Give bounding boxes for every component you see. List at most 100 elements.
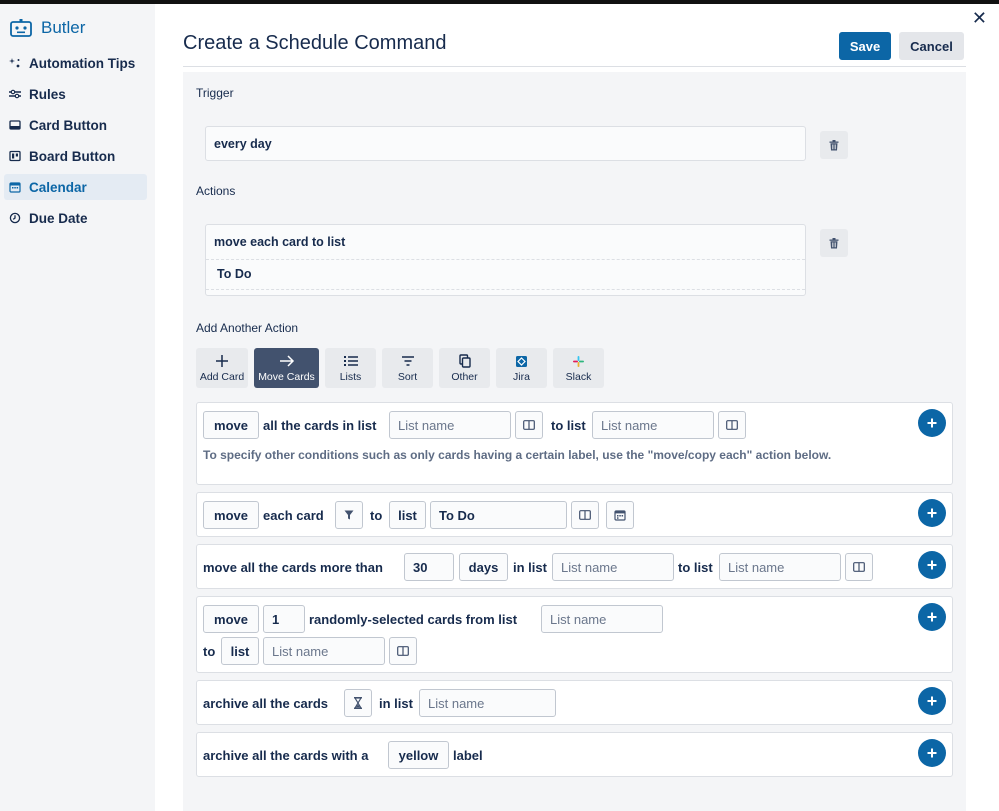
board-icon	[853, 562, 865, 572]
add-action-button[interactable]	[918, 739, 946, 767]
target-list-input[interactable]: List name	[263, 637, 385, 665]
sidebar-item-rules[interactable]: Rules	[4, 81, 147, 107]
delete-trigger-button[interactable]	[820, 131, 848, 159]
time-unit-select[interactable]: days	[459, 553, 508, 581]
plus-icon	[927, 418, 937, 428]
page-title: Create a Schedule Command	[183, 32, 447, 54]
delete-action-button[interactable]	[820, 229, 848, 257]
board-picker-button[interactable]	[571, 501, 599, 529]
template-text: archive all the cards	[203, 696, 329, 711]
sidebar-item-calendar[interactable]: Calendar	[4, 174, 147, 200]
card-count-input[interactable]: 1	[263, 605, 305, 633]
cancel-button[interactable]: Cancel	[899, 32, 964, 60]
action-list-value: To Do	[206, 260, 805, 290]
action-template-archive-label: archive all the cards with a yellow labe…	[196, 732, 953, 777]
filter-icon	[344, 510, 354, 520]
tab-jira[interactable]: Jira	[496, 348, 547, 388]
save-button[interactable]: Save	[839, 32, 891, 60]
sidebar-item-label: Automation Tips	[29, 55, 136, 71]
add-action-button[interactable]	[918, 551, 946, 579]
template-text: move all the cards more than	[203, 560, 383, 575]
tab-label: Other	[451, 371, 478, 383]
template-text: to	[370, 508, 383, 523]
template-text: randomly-selected cards from list	[309, 612, 518, 627]
board-picker-button[interactable]	[389, 637, 417, 665]
calendar-icon	[9, 181, 21, 193]
action-template-move-older: move all the cards more than 30 days in …	[196, 544, 953, 589]
command-builder: Trigger every day Actions move each card…	[183, 72, 966, 811]
plus-icon	[927, 612, 937, 622]
action-template-move-all: move all the cards in list List name to …	[196, 402, 953, 485]
days-count-input[interactable]: 30	[404, 553, 454, 581]
add-action-button[interactable]	[918, 499, 946, 527]
add-action-button[interactable]	[918, 603, 946, 631]
template-text: in list	[379, 696, 413, 711]
actions-heading: Actions	[196, 184, 236, 198]
sidebar-item-label: Calendar	[29, 179, 87, 195]
source-list-input[interactable]: List name	[552, 553, 674, 581]
move-copy-select[interactable]: move	[203, 411, 259, 439]
butler-robot-icon	[10, 19, 32, 37]
target-list-input[interactable]: To Do	[430, 501, 567, 529]
board-icon	[397, 646, 409, 656]
label-color-select[interactable]: yellow	[388, 741, 449, 769]
tab-label: Jira	[513, 371, 530, 383]
add-action-button[interactable]	[918, 409, 946, 437]
target-list-input[interactable]: List name	[719, 553, 841, 581]
template-text: each card	[263, 508, 324, 523]
tab-other[interactable]: Other	[439, 348, 490, 388]
help-note: To specify other conditions such as only…	[203, 448, 832, 462]
action-template-move-each: move each card to list To Do	[196, 492, 953, 537]
action-template-move-random: move 1 randomly-selected cards from list…	[196, 596, 953, 673]
brand: Butler	[0, 16, 155, 40]
source-list-input[interactable]: List name	[389, 411, 511, 439]
board-picker-button[interactable]	[718, 411, 746, 439]
board-icon	[579, 510, 591, 520]
age-filter-button[interactable]	[344, 689, 372, 717]
tab-move-cards[interactable]: Move Cards	[254, 348, 319, 388]
tab-lists[interactable]: Lists	[325, 348, 376, 388]
move-copy-select[interactable]: move	[203, 605, 259, 633]
template-text: to list	[551, 418, 586, 433]
trigger-value[interactable]: every day	[205, 126, 806, 161]
sliders-icon	[9, 88, 21, 100]
tab-label: Lists	[339, 371, 362, 383]
hourglass-icon	[353, 697, 363, 709]
plus-icon	[927, 696, 937, 706]
source-list-input[interactable]: List name	[419, 689, 556, 717]
template-text: to list	[678, 560, 713, 575]
sidebar-item-card-button[interactable]: Card Button	[4, 112, 147, 138]
destination-type-select[interactable]: list	[389, 501, 426, 529]
action-item[interactable]: move each card to list To Do	[205, 224, 806, 296]
plus-icon	[927, 560, 937, 570]
tab-sort[interactable]: Sort	[382, 348, 433, 388]
tab-label: Slack	[565, 371, 592, 383]
action-description: move each card to list	[206, 225, 805, 260]
template-text: label	[453, 748, 483, 763]
action-template-archive: archive all the cards in list List name	[196, 680, 953, 725]
tab-add-card[interactable]: Add Card	[196, 348, 248, 388]
sidebar-item-board-button[interactable]: Board Button	[4, 143, 147, 169]
calendar-picker-button[interactable]	[606, 501, 634, 529]
source-list-input[interactable]: List name	[541, 605, 663, 633]
tab-slack[interactable]: Slack	[553, 348, 604, 388]
target-list-input[interactable]: List name	[592, 411, 714, 439]
sidebar-item-label: Due Date	[29, 210, 88, 226]
sidebar-item-automation-tips[interactable]: Automation Tips	[4, 50, 147, 76]
board-picker-button[interactable]	[845, 553, 873, 581]
sidebar-item-due-date[interactable]: Due Date	[4, 205, 147, 231]
move-copy-select[interactable]: move	[203, 501, 259, 529]
add-action-button[interactable]	[918, 687, 946, 715]
sparkle-icon	[9, 57, 21, 69]
template-text: to	[203, 644, 216, 659]
add-action-heading: Add Another Action	[196, 321, 299, 335]
destination-type-select[interactable]: list	[221, 637, 259, 665]
copy-icon	[458, 353, 471, 369]
board-picker-button[interactable]	[515, 411, 543, 439]
tab-label: Add Card	[199, 371, 245, 383]
filter-button[interactable]	[335, 501, 363, 529]
close-icon[interactable]: ✕	[972, 9, 987, 27]
plus-icon	[927, 748, 937, 758]
list-icon	[343, 353, 359, 369]
board-icon	[523, 420, 535, 430]
